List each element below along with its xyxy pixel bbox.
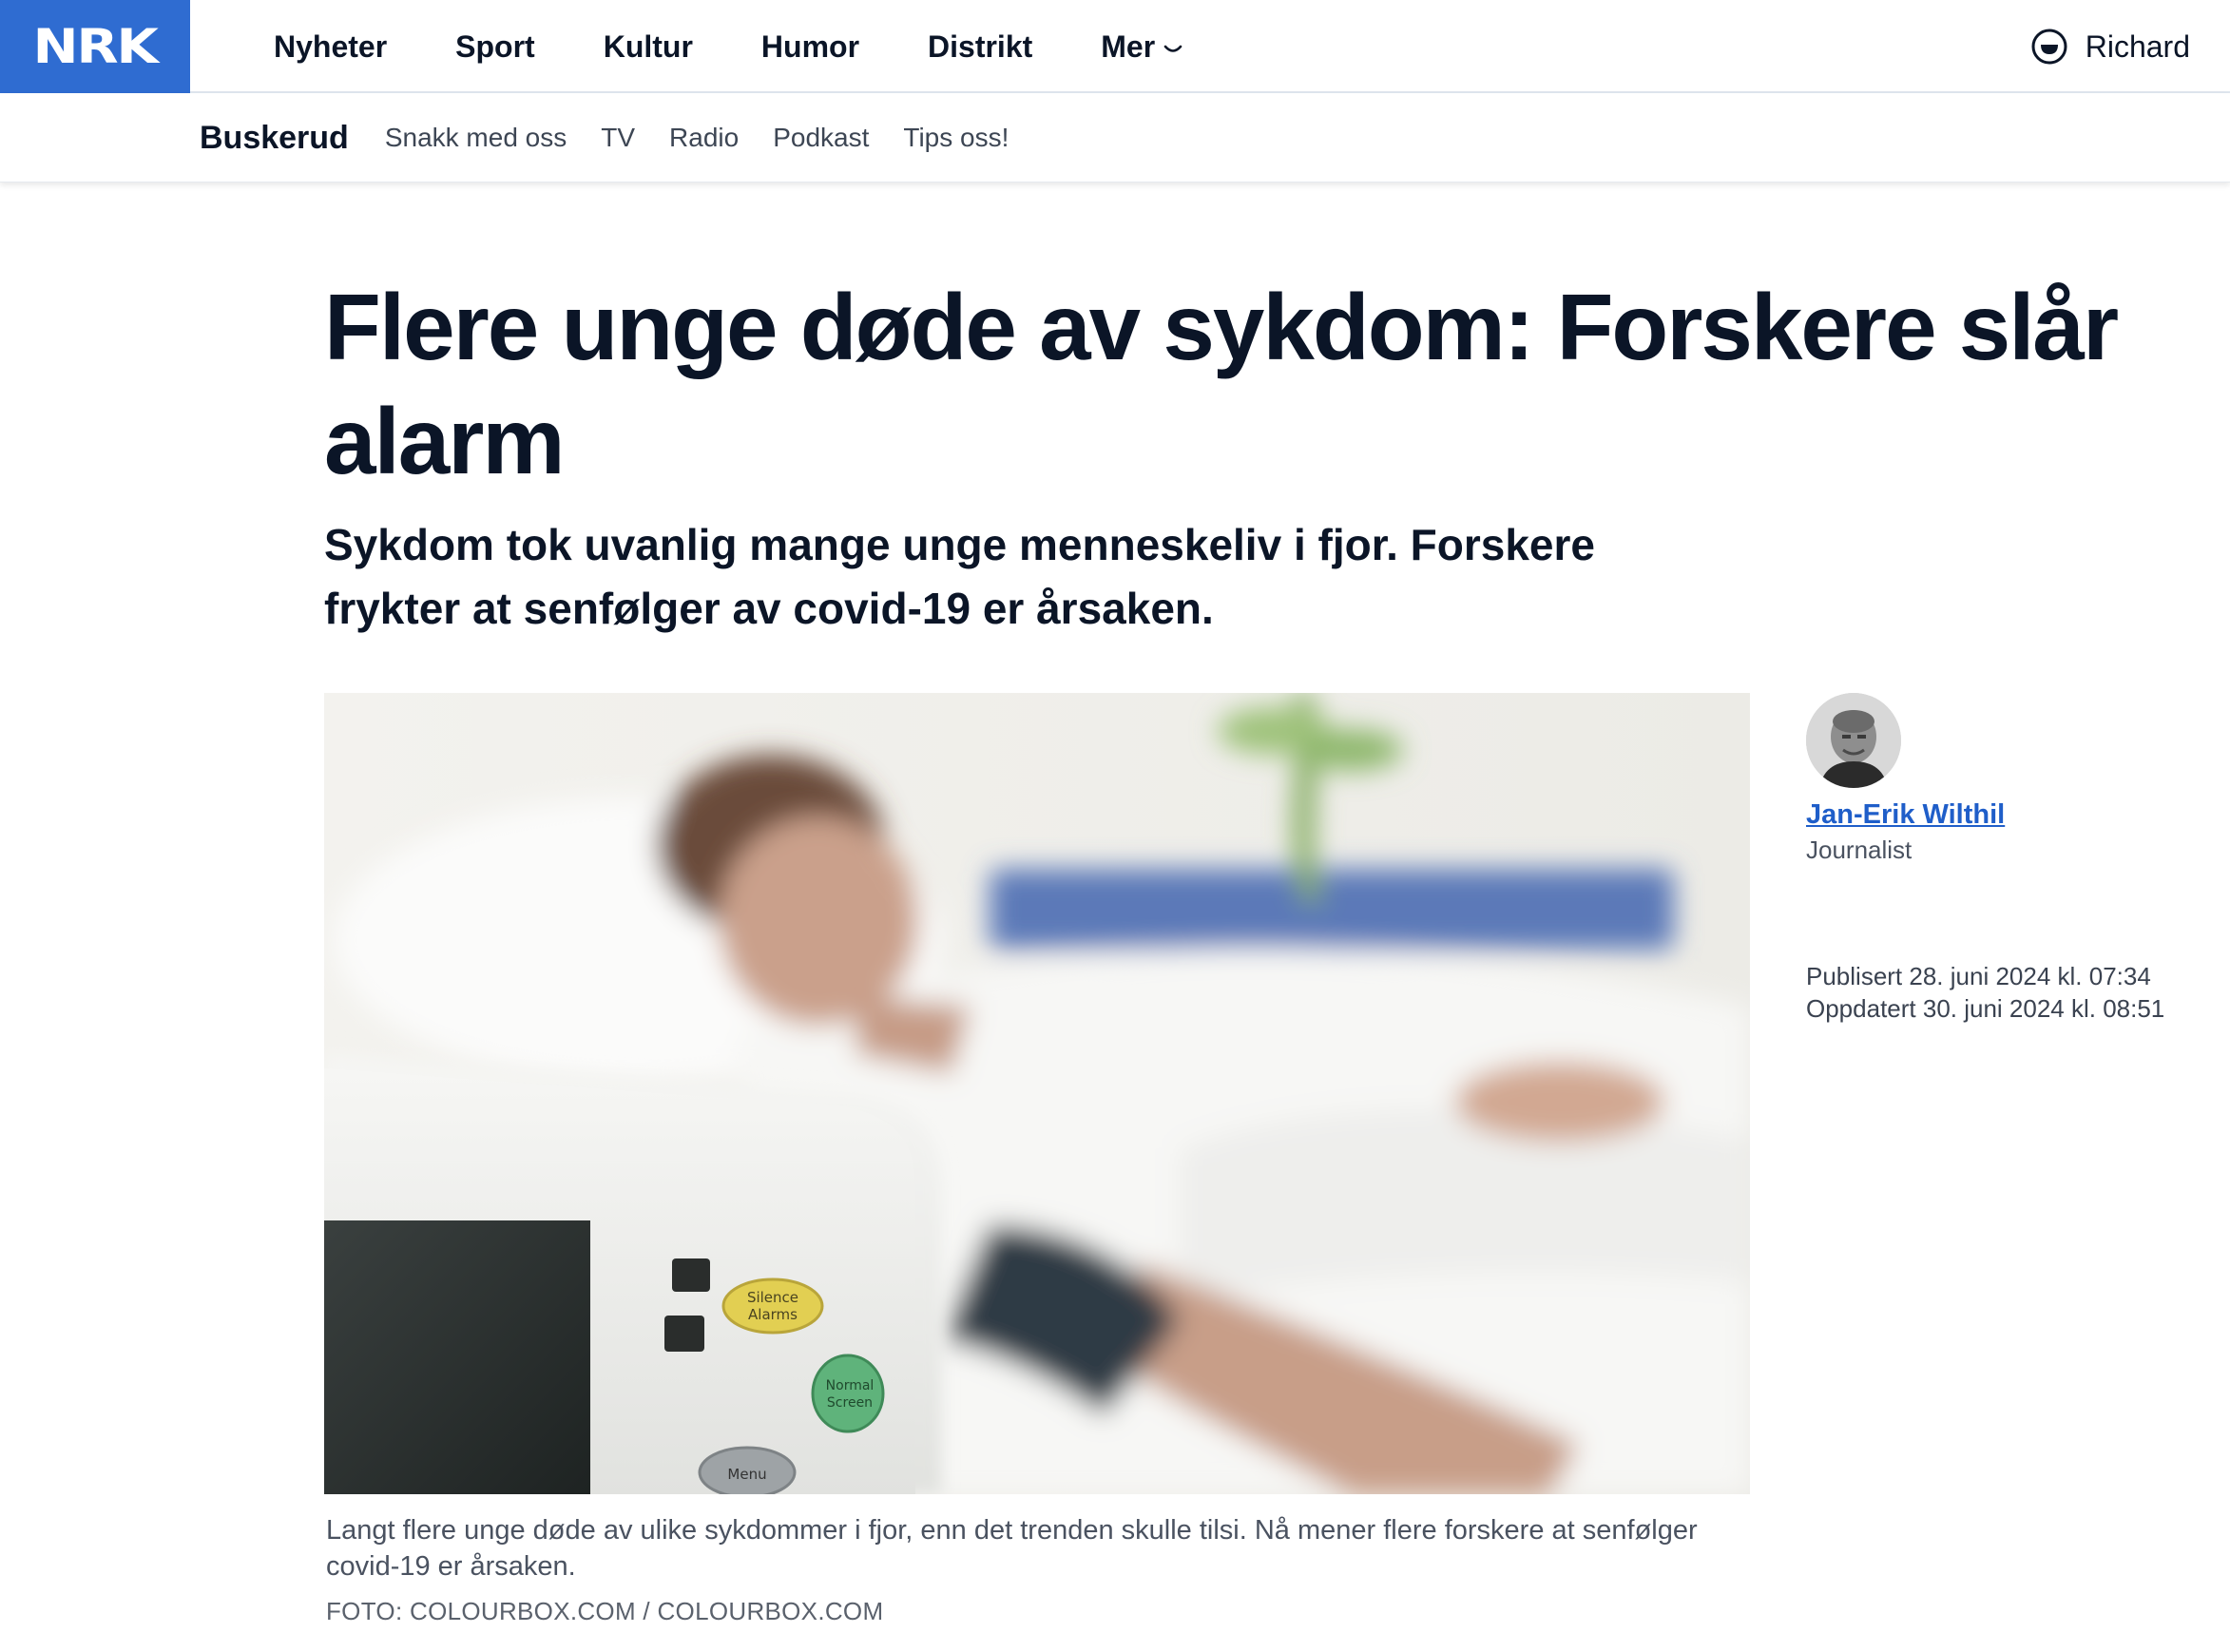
updated-date: Oppdatert 30. juni 2024 kl. 08:51	[1806, 994, 2165, 1023]
chevron-down-icon	[1163, 45, 1182, 52]
nrk-logo-text: NRK	[32, 19, 159, 74]
subnav-item-tv[interactable]: TV	[601, 123, 635, 153]
nav-item-distrikt[interactable]: Distrikt	[928, 29, 1032, 65]
author-portrait	[1806, 693, 1901, 788]
svg-text:Normal: Normal	[826, 1378, 875, 1393]
nav-item-humor[interactable]: Humor	[761, 29, 859, 65]
nav-item-nyheter[interactable]: Nyheter	[274, 29, 387, 65]
nav-item-kultur[interactable]: Kultur	[604, 29, 693, 65]
author-role: Journalist	[1806, 836, 1913, 864]
subnav-item-podkast[interactable]: Podkast	[773, 123, 869, 153]
svg-text:Menu: Menu	[727, 1466, 766, 1483]
svg-text:Screen: Screen	[827, 1395, 873, 1411]
author-avatar[interactable]	[1806, 693, 1901, 788]
author-name-link[interactable]: Jan-Erik Wilthil	[1806, 799, 2005, 831]
user-face-icon	[2031, 29, 2067, 65]
publish-dates: Publisert 28. juni 2024 kl. 07:34 Oppdat…	[1806, 960, 2164, 1025]
subnav-item-snakk-med-oss[interactable]: Snakk med oss	[385, 123, 567, 153]
article-lead: Sykdom tok uvanlig mange unge menneskeli…	[324, 520, 1595, 633]
article-image: Silence Alarms Normal Screen Menu	[324, 693, 1750, 1494]
region-title[interactable]: Buskerud	[200, 120, 349, 157]
hospital-bed-photo: Silence Alarms Normal Screen Menu	[324, 693, 1750, 1494]
silence-alarms-label-1: Silence	[747, 1289, 798, 1306]
subnav-item-tips-oss[interactable]: Tips oss!	[903, 123, 1009, 153]
user-name: Richard	[2085, 29, 2190, 64]
user-menu[interactable]: Richard	[2030, 0, 2190, 93]
top-navigation: NRK Nyheter Sport Kultur Humor Distrikt …	[0, 0, 2230, 93]
image-caption: Langt flere unge døde av ulike sykdommer…	[326, 1515, 1698, 1582]
nav-item-sport[interactable]: Sport	[455, 29, 535, 65]
main-menu: Nyheter Sport Kultur Humor Distrikt Mer	[274, 0, 1252, 93]
sub-navigation: Buskerud Snakk med oss TV Radio Podkast …	[0, 93, 2230, 182]
nrk-logo[interactable]: NRK	[0, 0, 190, 93]
published-date: Publisert 28. juni 2024 kl. 07:34	[1806, 962, 2151, 990]
silence-alarms-label-2: Alarms	[748, 1306, 798, 1323]
nav-item-mer-label: Mer	[1101, 29, 1156, 64]
nav-item-mer[interactable]: Mer	[1101, 29, 1183, 65]
article-headline: Flere unge døde av sykdom: Forskere slår…	[324, 275, 2119, 493]
subnav-item-radio[interactable]: Radio	[669, 123, 739, 153]
photo-credit: FOTO: COLOURBOX.COM / COLOURBOX.COM	[326, 1597, 884, 1625]
